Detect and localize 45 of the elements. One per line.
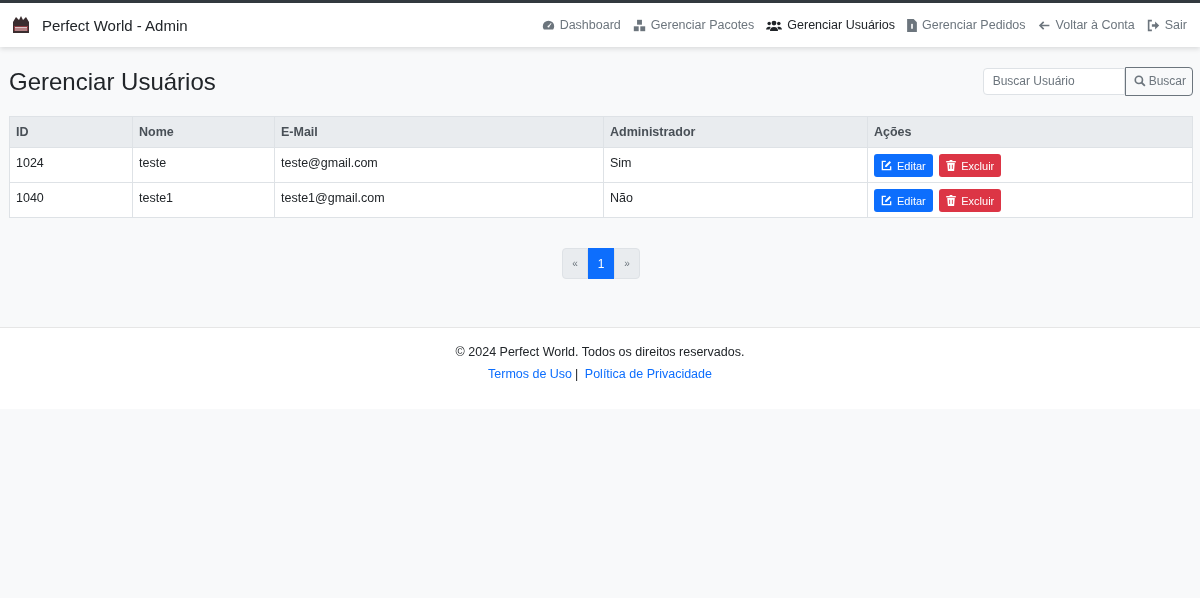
column-header: E-Mail — [274, 116, 604, 148]
nav-link[interactable]: Gerenciar Usuários — [766, 18, 895, 32]
separator: | — [575, 367, 579, 381]
page-link[interactable]: » — [614, 248, 640, 279]
table-cell: teste1@gmail.com — [274, 182, 604, 218]
gauge-icon — [541, 18, 555, 32]
column-header: Nome — [132, 116, 275, 148]
edit-button[interactable]: Editar — [874, 154, 933, 177]
page-link[interactable]: 1 — [588, 248, 614, 279]
column-header: Administrador — [603, 116, 868, 148]
nav-link[interactable]: Sair — [1146, 18, 1187, 32]
logo-icon — [10, 14, 32, 36]
table-cell: teste1 — [132, 182, 275, 218]
table-cell: teste@gmail.com — [274, 147, 604, 183]
copyright-text: © 2024 Perfect World. Todos os direitos reservados. — [454, 345, 746, 359]
nav-link[interactable]: Voltar à Conta — [1037, 18, 1135, 32]
page-title: Gerenciar Usuários — [9, 67, 216, 96]
edit-icon — [881, 195, 892, 206]
search-button[interactable]: Buscar — [1124, 66, 1193, 96]
column-header: ID — [9, 116, 133, 148]
logout-icon — [1146, 18, 1160, 32]
search-icon — [1133, 75, 1146, 87]
edit-icon — [881, 160, 892, 171]
footer-link[interactable]: Termos de Uso — [488, 367, 573, 381]
delete-button[interactable]: Excluir — [939, 189, 1002, 212]
delete-button[interactable]: Excluir — [939, 154, 1002, 177]
table-cell: 1024 — [9, 147, 133, 183]
table-cell: Não — [603, 182, 868, 218]
nav-link[interactable]: Gerenciar Pacotes — [632, 18, 755, 32]
trash-icon — [946, 160, 957, 171]
table-cell: Sim — [603, 147, 868, 183]
document-icon — [907, 18, 917, 32]
nav-link[interactable]: Gerenciar Pedidos — [907, 18, 1026, 32]
page-link[interactable]: « — [562, 248, 588, 279]
users-icon — [766, 18, 783, 32]
table-cell: 1040 — [9, 182, 133, 218]
column-header: Ações — [867, 116, 1193, 148]
table-cell: teste — [132, 147, 275, 183]
footer-link[interactable]: Política de Privacidade — [584, 367, 712, 381]
brand-title[interactable]: Perfect World - Admin — [42, 16, 188, 34]
trash-icon — [946, 195, 957, 206]
edit-button[interactable]: Editar — [874, 189, 933, 212]
nav-link[interactable]: Dashboard — [541, 18, 621, 32]
search-field[interactable]: Buscar Usuário — [982, 67, 1125, 95]
boxes-icon — [632, 18, 646, 32]
